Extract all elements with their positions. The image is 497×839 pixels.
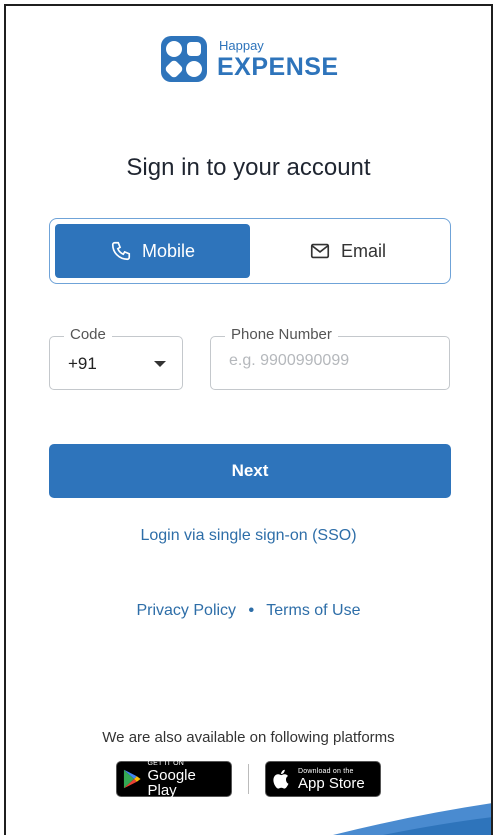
code-label: Code [64,326,112,343]
terms-of-use-link[interactable]: Terms of Use [266,602,360,619]
store-badges: GET IT ON Google Play Download on the Ap… [116,760,381,799]
sso-login-link[interactable]: Login via single sign-on (SSO) [6,527,491,545]
app-store-big: App Store [298,774,365,792]
google-play-badge[interactable]: GET IT ON Google Play [116,760,232,799]
tab-mobile[interactable]: Mobile [55,224,250,278]
phone-label: Phone Number [225,326,338,343]
code-value: +91 [68,354,97,373]
apple-icon [273,769,289,789]
privacy-policy-link[interactable]: Privacy Policy [136,602,236,619]
separator-dot: • [248,602,255,619]
login-card: Happay EXPENSE Sign in to your account M… [4,4,493,835]
phone-number-input[interactable] [229,352,429,370]
next-button[interactable]: Next [49,444,451,498]
page-title: Sign in to your account [126,154,371,181]
app-store-badge[interactable]: Download on the App Store [265,761,381,797]
tab-mobile-label: Mobile [141,240,196,261]
phone-number-field: Phone Number [210,326,450,390]
decorative-wave [333,803,491,835]
tab-email[interactable]: Email [250,224,445,278]
app-store-small: Download on the [298,767,354,775]
google-play-icon [123,769,141,789]
google-play-big: Google Play [147,767,196,799]
phone-icon [111,241,131,261]
brand-name-big: EXPENSE [217,52,339,81]
login-method-tabs: Mobile Email [49,218,451,284]
tab-email-label: Email [340,240,386,261]
badge-divider [248,764,249,794]
mail-icon [310,243,330,259]
google-play-small: GET IT ON [147,760,185,767]
platforms-text: We are also available on following platf… [102,729,395,746]
brand-logo: Happay EXPENSE [159,34,339,84]
brand-name-small: Happay [219,37,264,53]
caret-down-icon [154,361,166,367]
happay-logo-icon [161,36,207,82]
country-code-select[interactable]: Code +91 [49,326,183,390]
footer-links: Privacy Policy • Terms of Use [6,602,491,620]
